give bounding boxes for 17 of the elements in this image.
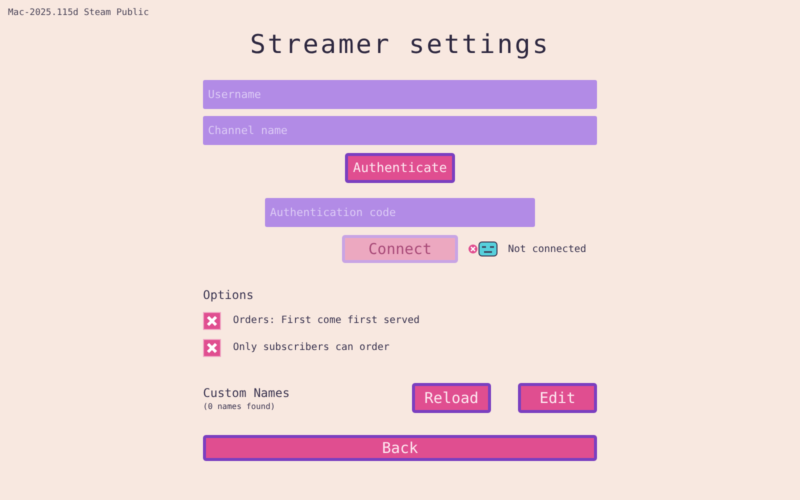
custom-names-heading: Custom Names bbox=[203, 386, 291, 400]
names-count: (0 names found) bbox=[203, 402, 276, 410]
checkbox[interactable] bbox=[203, 312, 221, 330]
auth-code-field[interactable]: Authentication code bbox=[265, 198, 535, 227]
checkbox[interactable] bbox=[203, 338, 221, 356]
edit-button[interactable]: Edit bbox=[518, 383, 597, 413]
channel-field[interactable]: Channel name bbox=[203, 116, 597, 145]
option-label: Only subscribers can order bbox=[233, 342, 390, 353]
options-heading: Options bbox=[203, 288, 255, 302]
username-field[interactable]: Username bbox=[203, 80, 597, 109]
status-label: Not connected bbox=[508, 244, 586, 254]
page-title: Streamer settings bbox=[248, 30, 552, 60]
version-label: Mac-2025.115d Steam Public bbox=[8, 8, 149, 18]
reload-button[interactable]: Reload bbox=[412, 383, 491, 413]
authenticate-button[interactable]: Authenticate bbox=[345, 153, 455, 183]
option-label: Orders: First come first served bbox=[233, 315, 420, 326]
back-button[interactable]: Back bbox=[203, 435, 597, 461]
